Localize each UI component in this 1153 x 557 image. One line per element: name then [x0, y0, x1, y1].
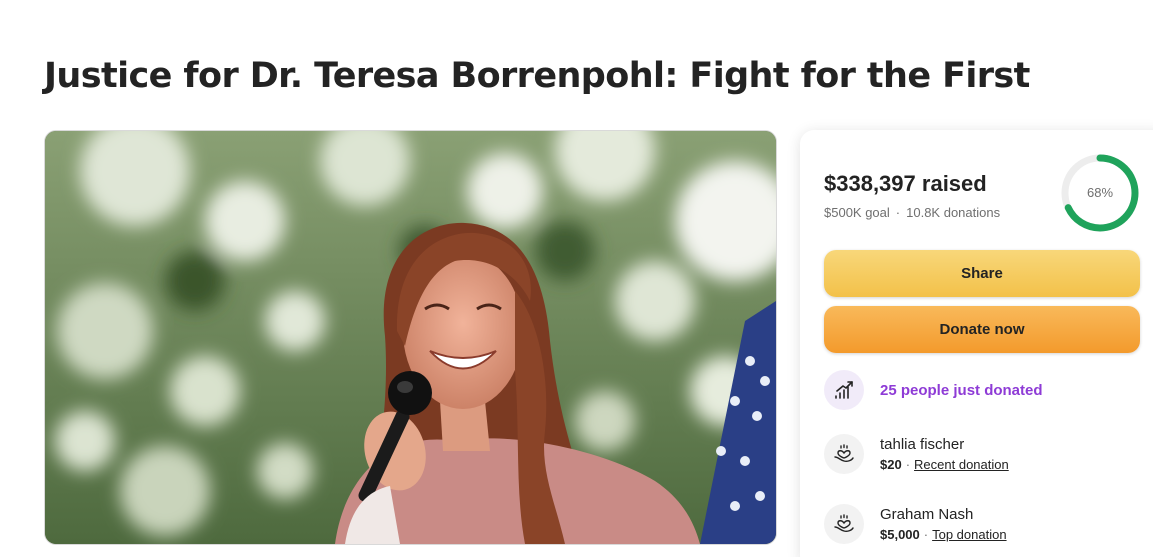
separator-dot: ·: [895, 205, 901, 220]
donor-item: Graham Nash $5,000 · Top donation: [824, 502, 1007, 546]
progress-ring: 68%: [1060, 153, 1140, 233]
amount-raised: $338,397 raised: [824, 171, 987, 197]
donor-item: tahlia fischer $20 · Recent donation: [824, 432, 1009, 476]
donations-count: 10.8K donations: [906, 205, 1001, 220]
donate-now-button[interactable]: Donate now: [824, 306, 1140, 353]
raised-suffix: raised: [921, 171, 987, 196]
top-donation-link[interactable]: Top donation: [932, 527, 1006, 542]
heart-hand-icon: [824, 504, 864, 544]
donor-name: Graham Nash: [880, 506, 974, 523]
share-button[interactable]: Share: [824, 250, 1140, 297]
donor-name: tahlia fischer: [880, 436, 965, 453]
fundraiser-page: Justice for Dr. Teresa Borrenpohl: Fight…: [0, 0, 1153, 557]
just-donated-label: 25 people just donated: [880, 381, 1043, 399]
recent-donation-link[interactable]: Recent donation: [914, 457, 1009, 472]
campaign-hero-photo: [44, 130, 777, 545]
donation-amount: $5,000: [880, 527, 920, 542]
goal-text: $500K goal: [824, 205, 890, 220]
raised-amount: $338,397: [824, 171, 916, 196]
separator-dot: ·: [923, 527, 929, 542]
donation-card: $338,397 raised $500K goal · 10.8K donatio…: [800, 130, 1153, 557]
goal-and-donations: $500K goal · 10.8K donations: [824, 205, 1000, 220]
separator-dot: ·: [905, 457, 911, 472]
recent-activity-banner: 25 people just donated: [824, 370, 1043, 410]
trending-up-icon: [824, 370, 864, 410]
progress-percent: 68%: [1086, 185, 1114, 200]
page-title: Justice for Dr. Teresa Borrenpohl: Fight…: [44, 56, 1030, 96]
donation-amount: $20: [880, 457, 902, 472]
heart-hand-icon: [824, 434, 864, 474]
